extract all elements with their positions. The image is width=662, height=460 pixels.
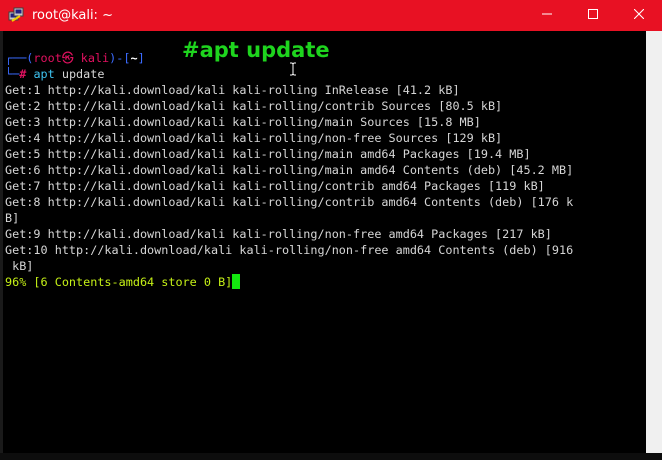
window-right-edge xyxy=(646,31,662,460)
prompt-line-top: ┌──(root㉿ kali)-[~] xyxy=(5,50,145,66)
putty-icon xyxy=(8,7,24,23)
output-line: Get:3 http://kali.download/kali kali-rol… xyxy=(5,115,481,129)
title-bar[interactable]: root@kali: ~ xyxy=(0,0,662,31)
output-line: Get:6 http://kali.download/kali kali-rol… xyxy=(5,163,574,177)
close-icon xyxy=(633,8,645,23)
close-button[interactable] xyxy=(616,0,662,31)
progress-text: 96% [6 Contents-amd64 store 0 B] xyxy=(5,275,233,289)
terminal-cursor xyxy=(232,274,241,289)
prompt-corner-top: ┌──( xyxy=(5,51,34,65)
command-name: apt xyxy=(33,67,55,81)
prompt-separator: )-[ xyxy=(109,51,131,65)
annotation-label: #apt update xyxy=(182,38,330,62)
output-line: Get:1 http://kali.download/kali kali-rol… xyxy=(5,83,460,97)
output-line: Get:2 http://kali.download/kali kali-rol… xyxy=(5,99,503,113)
output-line: Get:4 http://kali.download/kali kali-rol… xyxy=(5,131,503,145)
progress-line: 96% [6 Contents-amd64 store 0 B] xyxy=(5,274,241,290)
minimize-button[interactable] xyxy=(524,0,570,31)
maximize-button[interactable] xyxy=(570,0,616,31)
prompt-path: ~ xyxy=(130,51,138,65)
prompt-bracket-close: ] xyxy=(137,51,145,65)
prompt-line-command: └─# apt update xyxy=(5,66,104,82)
command-args: update xyxy=(54,67,105,81)
prompt-corner-bottom: └─ xyxy=(5,67,20,81)
window-bottom-edge xyxy=(0,453,662,460)
maximize-icon xyxy=(588,8,598,23)
prompt-hash: # xyxy=(19,67,27,81)
prompt-user: root㉿ kali xyxy=(33,51,110,65)
output-line: Get:10 http://kali.download/kali kali-ro… xyxy=(5,243,574,257)
output-line: Get:9 http://kali.download/kali kali-rol… xyxy=(5,227,552,241)
output-line: Get:5 http://kali.download/kali kali-rol… xyxy=(5,147,531,161)
output-line: kB] xyxy=(5,259,34,273)
ibeam-cursor-icon xyxy=(289,62,297,76)
window-title: root@kali: ~ xyxy=(32,8,113,23)
terminal-window: root@kali: ~ ┌──(root㉿ kali)-[~] └─# apt… xyxy=(0,0,662,460)
output-line: Get:8 http://kali.download/kali kali-rol… xyxy=(5,195,574,209)
terminal-output[interactable]: ┌──(root㉿ kali)-[~] └─# apt update Get:1… xyxy=(3,31,646,453)
minimize-icon xyxy=(542,8,552,23)
output-line: B] xyxy=(5,211,20,225)
output-line: Get:7 http://kali.download/kali kali-rol… xyxy=(5,179,545,193)
